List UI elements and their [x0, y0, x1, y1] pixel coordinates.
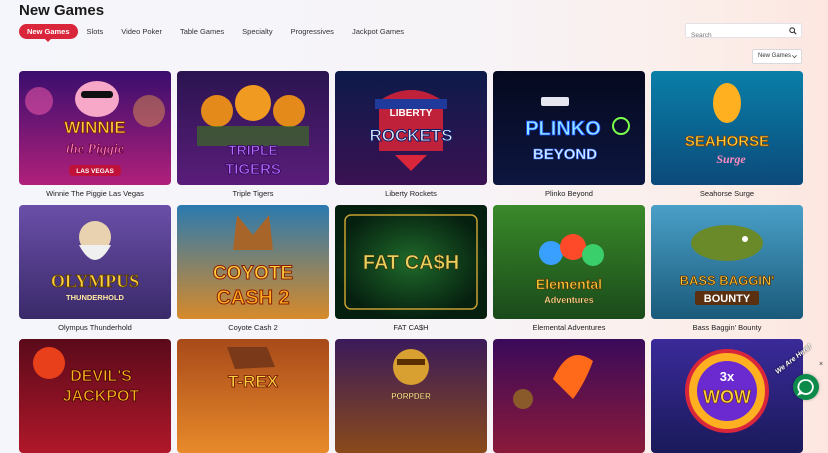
game-thumbnail[interactable]: OLYMPUS THUNDERHOLD: [19, 205, 171, 319]
art-text: SEAHORSE: [685, 133, 769, 150]
game-name[interactable]: FAT CA$H: [335, 323, 487, 332]
game-thumbnail[interactable]: PORPDER: [335, 339, 487, 453]
art-text: PLINKO: [525, 118, 601, 140]
game-name[interactable]: Liberty Rockets: [335, 189, 487, 198]
game-card-winnie-the-piggie[interactable]: WINNIE the Piggie LAS VEGAS Winnie The P…: [19, 71, 171, 198]
game-thumbnail[interactable]: DEVIL'S JACKPOT: [19, 339, 171, 453]
game-card-seahorse-surge[interactable]: SEAHORSE Surge Seahorse Surge: [651, 71, 803, 198]
game-name[interactable]: Seahorse Surge: [651, 189, 803, 198]
chat-close-icon[interactable]: ×: [819, 361, 823, 368]
page-title: New Games: [19, 2, 105, 19]
tab-jackpot-games[interactable]: Jackpot Games: [343, 24, 413, 39]
game-thumbnail[interactable]: COYOTE CASH 2: [177, 205, 329, 319]
art-text: the Piggie: [66, 142, 124, 157]
game-card-bass-baggin-bounty[interactable]: BASS BAGGIN' BOUNTY Bass Baggin' Bounty: [651, 205, 803, 332]
tab-slots[interactable]: Slots: [78, 24, 113, 39]
game-card-triple-tigers[interactable]: TRIPLE TIGERS Triple Tigers: [177, 71, 329, 198]
art-text: TIGERS: [225, 161, 281, 178]
game-card-porpder[interactable]: PORPDER: [335, 339, 487, 453]
art-text: BASS BAGGIN': [680, 273, 775, 288]
game-name[interactable]: Winnie The Piggie Las Vegas: [19, 189, 171, 198]
art-text: BEYOND: [533, 146, 597, 163]
tab-specialty[interactable]: Specialty: [233, 24, 281, 39]
game-name[interactable]: Bass Baggin' Bounty: [651, 323, 803, 332]
game-card-coyote-cash-2[interactable]: COYOTE CASH 2 Coyote Cash 2: [177, 205, 329, 332]
game-thumbnail[interactable]: BASS BAGGIN' BOUNTY: [651, 205, 803, 319]
art-text: OLYMPUS: [51, 271, 139, 291]
tab-progressives[interactable]: Progressives: [282, 24, 343, 39]
art-text: CASH 2: [216, 287, 289, 309]
game-thumbnail[interactable]: T-REX: [177, 339, 329, 453]
art-text: Surge: [716, 152, 746, 166]
game-card-fat-cash[interactable]: FAT CA$H FAT CA$H: [335, 205, 487, 332]
art-text: DEVIL'S: [70, 368, 132, 385]
art-text: PORPDER: [391, 392, 431, 401]
art-text: 3x: [720, 369, 735, 384]
art-text: THUNDERHOLD: [66, 293, 124, 302]
tab-table-games[interactable]: Table Games: [171, 24, 233, 39]
game-card-fire-horse[interactable]: [493, 339, 645, 453]
game-card-3x-wow[interactable]: 3x WOW: [651, 339, 803, 453]
game-thumbnail[interactable]: PLINKO BEYOND: [493, 71, 645, 185]
game-thumbnail[interactable]: TRIPLE TIGERS: [177, 71, 329, 185]
art-text: BOUNTY: [704, 293, 751, 305]
game-card-devils-jackpot[interactable]: DEVIL'S JACKPOT: [19, 339, 171, 453]
search-box: [685, 23, 802, 42]
game-thumbnail[interactable]: 3x WOW: [651, 339, 803, 453]
game-thumbnail[interactable]: WINNIE the Piggie LAS VEGAS: [19, 71, 171, 185]
category-tabs: New Games Slots Video Poker Table Games …: [19, 23, 413, 42]
search-input[interactable]: [686, 29, 787, 42]
game-thumbnail[interactable]: Elemental Adventures: [493, 205, 645, 319]
art-text: COYOTE: [213, 263, 293, 284]
art-text: T-REX: [228, 372, 279, 391]
game-thumbnail[interactable]: LIBERTY ROCKETS: [335, 71, 487, 185]
sort-dropdown[interactable]: New Games: [752, 49, 802, 64]
tab-new-games[interactable]: New Games: [19, 23, 78, 42]
art-text: WINNIE: [64, 118, 125, 137]
art-text: LAS VEGAS: [76, 168, 114, 175]
chevron-down-icon: [792, 54, 797, 59]
art-text: WOW: [703, 387, 751, 407]
art-text: Elemental: [536, 276, 602, 292]
game-thumbnail[interactable]: [493, 339, 645, 453]
game-name[interactable]: Triple Tigers: [177, 189, 329, 198]
game-card-liberty-rockets[interactable]: LIBERTY ROCKETS Liberty Rockets: [335, 71, 487, 198]
game-name[interactable]: Plinko Beyond: [493, 189, 645, 198]
art-text: FAT CA$H: [363, 252, 459, 274]
art-text: LIBERTY: [390, 108, 433, 119]
game-name[interactable]: Olympus Thunderhold: [19, 323, 171, 332]
art-text: TRIPLE: [228, 142, 278, 158]
search-icon[interactable]: [789, 27, 797, 35]
game-name[interactable]: Elemental Adventures: [493, 323, 645, 332]
game-thumbnail[interactable]: FAT CA$H: [335, 205, 487, 319]
art-text: ROCKETS: [369, 126, 452, 145]
sort-selected-value: New Games: [758, 53, 792, 59]
art-text: JACKPOT: [63, 388, 140, 405]
game-card-olympus-thunderhold[interactable]: OLYMPUS THUNDERHOLD Olympus Thunderhold: [19, 205, 171, 332]
game-thumbnail[interactable]: SEAHORSE Surge: [651, 71, 803, 185]
chat-bubble-icon: [796, 379, 814, 396]
art-text: Adventures: [544, 295, 594, 305]
game-card-elemental-adventures[interactable]: Elemental Adventures Elemental Adventure…: [493, 205, 645, 332]
game-card-t-rex[interactable]: T-REX: [177, 339, 329, 453]
chat-button[interactable]: [793, 374, 819, 400]
game-name[interactable]: Coyote Cash 2: [177, 323, 329, 332]
game-card-plinko-beyond[interactable]: PLINKO BEYOND Plinko Beyond: [493, 71, 645, 198]
tab-video-poker[interactable]: Video Poker: [112, 24, 171, 39]
